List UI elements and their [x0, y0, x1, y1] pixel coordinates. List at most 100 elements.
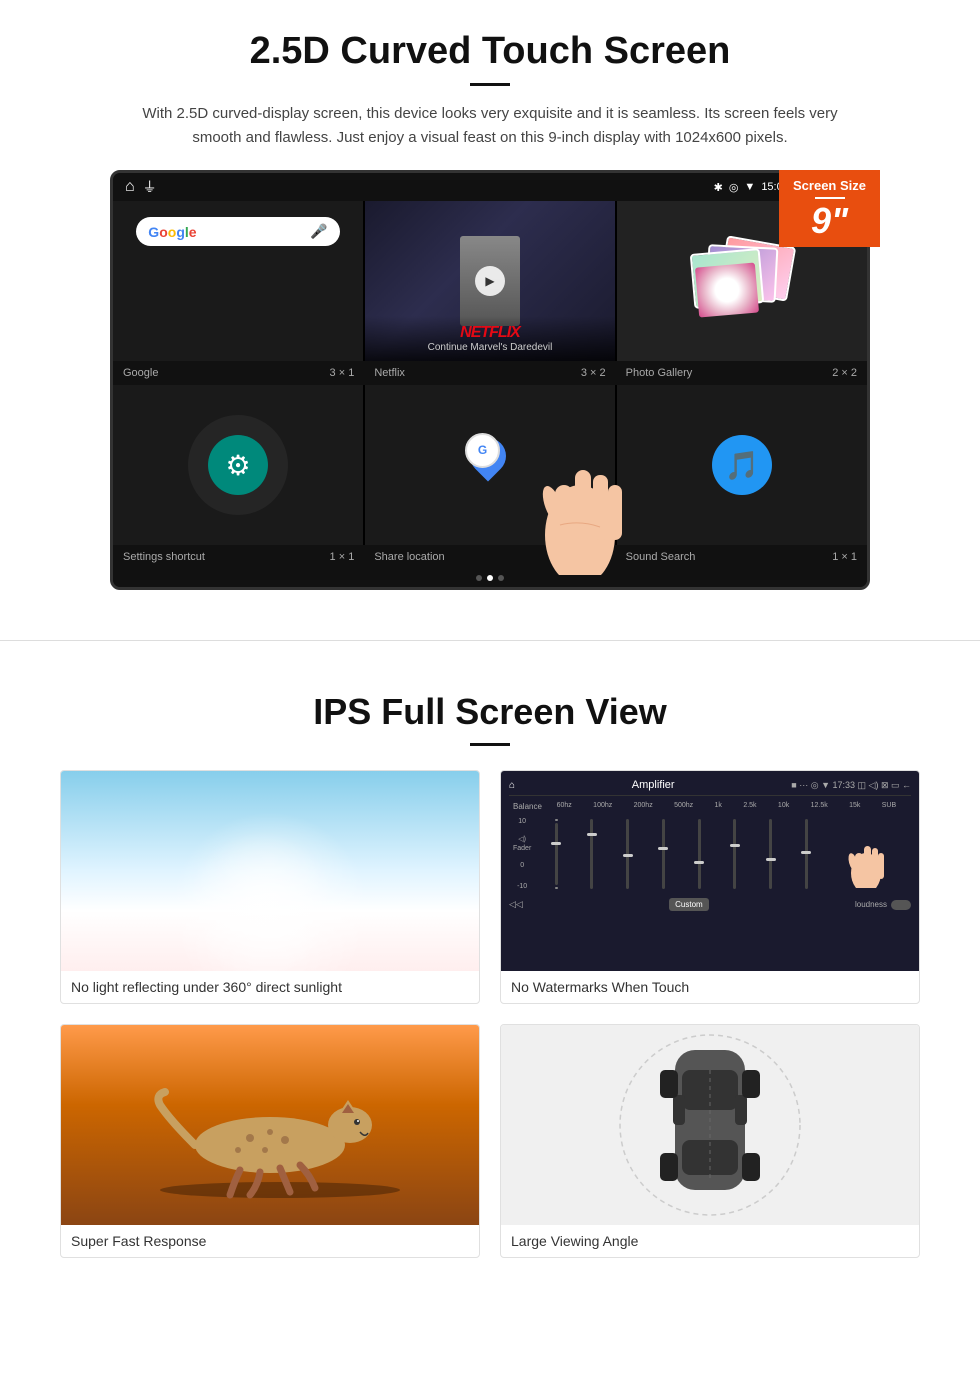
google-search-bar[interactable]: Google 🎤 — [136, 217, 339, 246]
amp-header: ⌂ Amplifier ■ ··· ◎ ▼ 17:33 ◫ ◁) ⊠ ▭ ← — [509, 779, 911, 796]
settings-icon: ⚙ — [208, 435, 268, 495]
google-grid: 3 × 1 — [330, 367, 355, 379]
sound-search-icon: 🎵 — [712, 435, 772, 495]
section1-description: With 2.5D curved-display screen, this de… — [140, 102, 840, 150]
badge-divider — [815, 197, 845, 199]
settings-app-cell[interactable]: ⚙ — [113, 385, 363, 545]
hand-on-eq — [841, 818, 891, 891]
amp-nav-prev: ◁◁ — [509, 899, 523, 910]
amp-title: Amplifier — [632, 779, 675, 791]
section-ips-screen: IPS Full Screen View No light reflecting… — [0, 671, 980, 1288]
eq-bar-5 — [698, 819, 701, 889]
screen-size-badge: Screen Size 9" — [779, 170, 880, 247]
sunlight-caption: No light reflecting under 360° direct su… — [61, 971, 479, 1003]
eq-bar-3 — [626, 819, 629, 889]
wifi-icon: ▼ — [744, 181, 755, 193]
google-app-name: Google — [123, 367, 158, 379]
cheetah-image — [61, 1025, 479, 1225]
nav-dots — [113, 569, 867, 587]
hand-pointing — [515, 395, 645, 575]
location-icon: ◎ — [729, 181, 739, 194]
sound-grid: 1 × 1 — [832, 551, 857, 563]
share-location-cell[interactable]: G — [365, 385, 615, 545]
netflix-app-name: Netflix — [374, 367, 405, 379]
loudness-toggle[interactable] — [891, 900, 911, 910]
eq-bar-2 — [590, 819, 593, 889]
photo-stack — [692, 241, 792, 321]
flower-image — [695, 263, 759, 318]
netflix-logo: NETFLIX — [375, 324, 605, 342]
app-labels-bottom: Settings shortcut 1 × 1 Share location 1… — [113, 545, 867, 569]
app-labels-top: Google 3 × 1 Netflix 3 × 2 Photo Gallery… — [113, 361, 867, 385]
cheetah-background — [61, 1025, 479, 1225]
section-curved-screen: 2.5D Curved Touch Screen With 2.5D curve… — [0, 0, 980, 610]
dot-3 — [498, 575, 504, 581]
amp-status: ■ ··· ◎ ▼ 17:33 ◫ ◁) ⊠ ▭ ← — [791, 780, 911, 791]
netflix-grid: 3 × 2 — [581, 367, 606, 379]
amplifier-image: ⌂ Amplifier ■ ··· ◎ ▼ 17:33 ◫ ◁) ⊠ ▭ ← B… — [501, 771, 919, 971]
badge-title: Screen Size — [793, 178, 866, 193]
section1-title: 2.5D Curved Touch Screen — [60, 30, 920, 73]
eq-bar-8 — [805, 819, 808, 889]
device-frame: ⌂ ⏚ ✱ ◎ ▼ 15:06 ◫ ◁) ⊠ ▭ — [110, 170, 870, 590]
sunlight-card: No light reflecting under 360° direct su… — [60, 770, 480, 1004]
section2-title: IPS Full Screen View — [60, 691, 920, 733]
app-grid-bottom: ⚙ G — [113, 385, 867, 545]
bluetooth-icon: ✱ — [714, 181, 723, 194]
share-name: Share location — [374, 551, 444, 563]
title-divider — [470, 83, 510, 86]
eq-bar-7 — [769, 819, 772, 889]
usb-icon: ⏚ — [143, 177, 157, 197]
amplifier-card: ⌂ Amplifier ■ ··· ◎ ▼ 17:33 ◫ ◁) ⊠ ▭ ← B… — [500, 770, 920, 1004]
eq-bar-6 — [733, 819, 736, 889]
cheetah-svg — [120, 1050, 420, 1200]
settings-label: Settings shortcut 1 × 1 — [113, 545, 364, 569]
play-button[interactable]: ▶ — [475, 266, 505, 296]
settings-grid: 1 × 1 — [330, 551, 355, 563]
sound-label: Sound Search 1 × 1 — [616, 545, 867, 569]
eq-sliders: 10◁)Fader0-10 — [509, 814, 911, 894]
home-icon: ⌂ — [125, 178, 135, 196]
amp-home-icon: ⌂ — [509, 780, 515, 791]
netflix-subtitle: Continue Marvel's Daredevil — [375, 342, 605, 353]
amp-bottom: ◁◁ Custom loudness — [509, 898, 911, 911]
car-image — [501, 1025, 919, 1225]
loudness-label: loudness — [855, 900, 887, 909]
image-grid: No light reflecting under 360° direct su… — [60, 770, 920, 1258]
dot-2 — [487, 575, 493, 581]
section-divider — [0, 640, 980, 641]
eq-labels-row: Balance 60hz 100hz 200hz 500hz 1k 2.5k 1… — [509, 802, 911, 811]
cheetah-card: Super Fast Response — [60, 1024, 480, 1258]
custom-button[interactable]: Custom — [669, 898, 709, 911]
settings-name: Settings shortcut — [123, 551, 205, 563]
netflix-label: Netflix 3 × 2 — [364, 361, 615, 385]
photo-card-3 — [690, 248, 765, 309]
eq-bar-4 — [662, 819, 665, 889]
car-caption: Large Viewing Angle — [501, 1225, 919, 1257]
car-card: Large Viewing Angle — [500, 1024, 920, 1258]
netflix-overlay: NETFLIX Continue Marvel's Daredevil — [365, 316, 615, 361]
google-label: Google 3 × 1 — [113, 361, 364, 385]
car-background — [501, 1025, 919, 1225]
badge-size: 9" — [793, 203, 866, 239]
netflix-app-cell[interactable]: ▶ NETFLIX Continue Marvel's Daredevil — [365, 201, 615, 361]
status-bar: ⌂ ⏚ ✱ ◎ ▼ 15:06 ◫ ◁) ⊠ ▭ — [113, 173, 867, 201]
mic-icon: 🎤 — [310, 223, 327, 240]
car-svg — [560, 1025, 860, 1225]
google-logo: Google — [148, 224, 196, 240]
loudness-row: loudness — [855, 900, 911, 910]
amplifier-screen: ⌂ Amplifier ■ ··· ◎ ▼ 17:33 ◫ ◁) ⊠ ▭ ← B… — [501, 771, 919, 971]
app-grid-top: Google 🎤 ▶ NETFLIX Continue Marvel's D — [113, 201, 867, 361]
cheetah-caption: Super Fast Response — [61, 1225, 479, 1257]
section2-divider — [470, 743, 510, 746]
photo-gallery-grid: 2 × 2 — [832, 367, 857, 379]
photo-gallery-name: Photo Gallery — [626, 367, 693, 379]
google-app-cell[interactable]: Google 🎤 — [113, 201, 363, 361]
amplifier-caption: No Watermarks When Touch — [501, 971, 919, 1003]
eq-bar-1 — [555, 819, 558, 889]
device-wrapper: Screen Size 9" ⌂ ⏚ ✱ ◎ ▼ 15:06 ◫ ◁) ⊠ — [110, 170, 870, 590]
sound-search-cell[interactable]: 🎵 — [617, 385, 867, 545]
sky-background — [61, 771, 479, 971]
photo-gallery-label: Photo Gallery 2 × 2 — [616, 361, 867, 385]
dot-1 — [476, 575, 482, 581]
